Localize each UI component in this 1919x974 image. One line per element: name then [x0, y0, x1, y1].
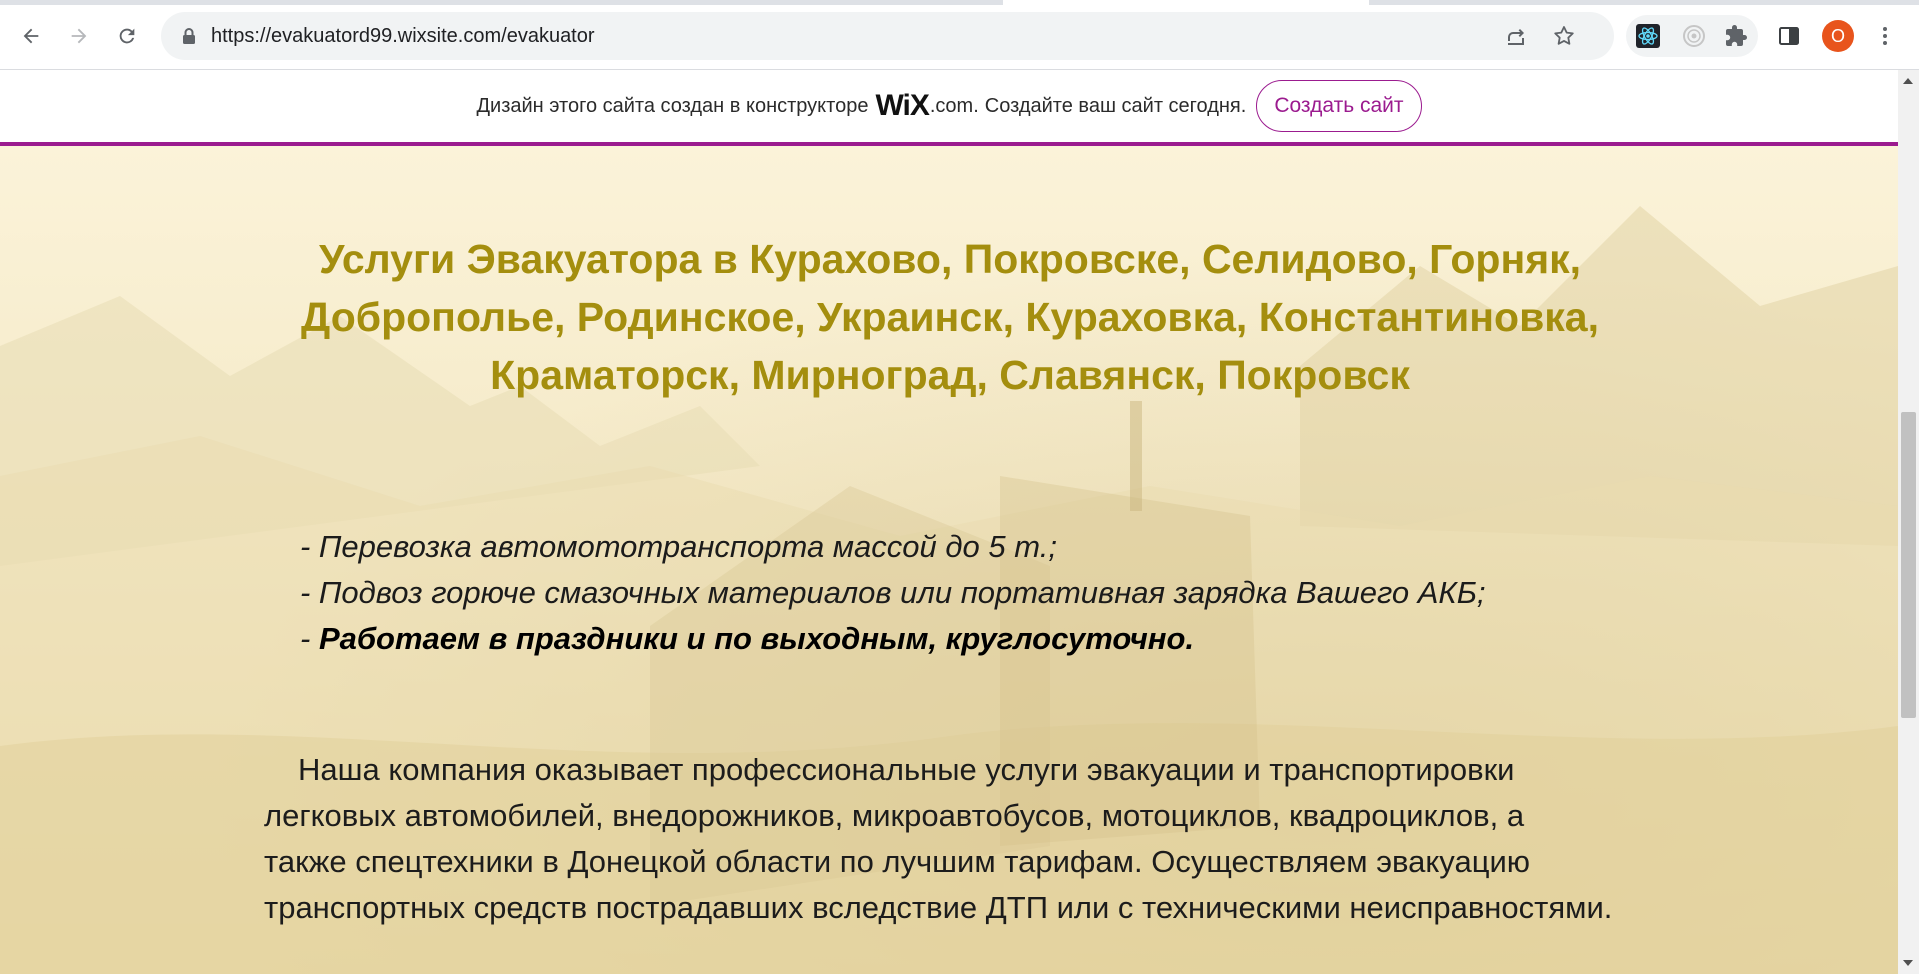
active-tab[interactable]	[1003, 0, 1369, 5]
arrow-right-icon	[71, 28, 87, 44]
list-item: - Перевозка автомототранспорта массой до…	[300, 529, 1057, 564]
wix-banner-text: Дизайн этого сайта создан в конструкторе	[476, 94, 869, 117]
page-headline: Услуги Эвакуатора в Курахово, Покровске,…	[301, 236, 1599, 398]
scroll-up-arrow-icon[interactable]	[1903, 78, 1913, 84]
tab-strip	[0, 0, 1919, 5]
create-site-button[interactable]: Создать сайт	[1256, 80, 1422, 132]
back-button[interactable]	[13, 18, 49, 54]
list-item: - Подвоз горюче смазочных материалов или…	[300, 575, 1486, 610]
share-icon[interactable]	[1504, 24, 1528, 48]
address-bar[interactable]: https://evakuatord99.wixsite.com/evakuat…	[161, 12, 1614, 60]
hero-section: Услуги Эвакуатора в Курахово, Покровске,…	[0, 146, 1898, 974]
wix-ad-banner: Дизайн этого сайта создан в конструкторе…	[0, 70, 1898, 146]
list-item-prefix: -	[300, 621, 319, 656]
react-icon[interactable]	[1636, 24, 1660, 48]
kebab-menu-icon[interactable]	[1873, 24, 1897, 48]
wix-domain: .com.	[929, 94, 979, 117]
arrow-left-icon	[23, 28, 39, 44]
lock-icon[interactable]	[181, 27, 197, 45]
services-list: - Перевозка автомототранспорта массой до…	[300, 524, 1700, 662]
scroll-down-arrow-icon[interactable]	[1903, 960, 1913, 966]
list-item-bold: Работаем в праздники и по выходным, круг…	[318, 621, 1195, 656]
puzzle-icon[interactable]	[1724, 24, 1748, 48]
side-panel-icon[interactable]	[1777, 24, 1801, 48]
profile-avatar[interactable]: O	[1822, 20, 1854, 52]
browser-toolbar: https://evakuatord99.wixsite.com/evakuat…	[0, 0, 1919, 70]
url-text[interactable]: https://evakuatord99.wixsite.com/evakuat…	[211, 25, 595, 48]
scroll-thumb[interactable]	[1901, 412, 1916, 718]
record-icon[interactable]	[1682, 24, 1706, 48]
wix-banner-text-after: Создайте ваш сайт сегодня.	[984, 94, 1247, 117]
reload-icon	[119, 28, 135, 44]
list-item: - Работаем в праздники и по выходным, кр…	[300, 616, 1700, 662]
company-description: Наша компания оказывает профессиональные…	[264, 752, 1613, 925]
wix-logo[interactable]: WiX	[875, 89, 929, 123]
forward-button[interactable]	[61, 18, 97, 54]
extensions-group	[1626, 15, 1758, 57]
page-viewport: Дизайн этого сайта создан в конструкторе…	[0, 70, 1898, 974]
reload-button[interactable]	[109, 18, 145, 54]
page-scrollbar[interactable]	[1898, 70, 1919, 974]
star-icon[interactable]	[1552, 24, 1576, 48]
